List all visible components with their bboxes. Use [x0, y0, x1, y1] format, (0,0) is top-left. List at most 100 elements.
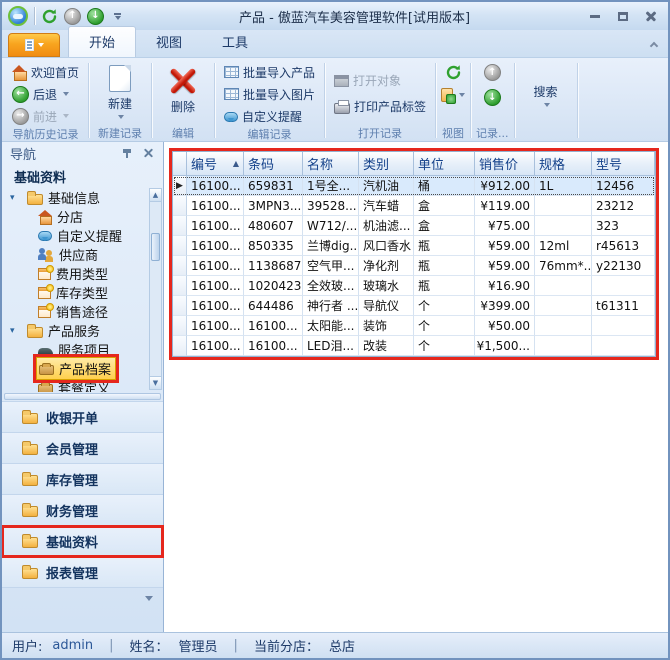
row-indicator-cell	[173, 336, 187, 356]
cell: 1020423	[244, 276, 303, 296]
welcome-home-button[interactable]: 欢迎首页	[8, 62, 83, 82]
chat-bubble-icon	[224, 112, 238, 122]
sidebar-group-label: 报表管理	[46, 563, 98, 582]
table-row[interactable]: 16100...480607W712/...机油滤...盒¥75.00323	[173, 216, 655, 236]
table-row[interactable]: ▶16100...6598311号全...汽机油桶¥912.001L12456	[173, 176, 655, 196]
quick-access-toolbar	[8, 6, 121, 26]
sidebar-group-5[interactable]: 基础资料	[2, 526, 163, 557]
cell: W712/...	[303, 216, 359, 236]
print-product-label-button[interactable]: 打印产品标签	[330, 97, 430, 117]
column-header-1[interactable]: 编号	[187, 152, 244, 176]
sidebar-splitter[interactable]	[4, 393, 161, 400]
application-menu-button[interactable]	[8, 33, 60, 57]
tab-start[interactable]: 开始	[68, 26, 136, 57]
sidebar-group-1[interactable]: 收银开单	[2, 402, 163, 433]
down-arrow-icon[interactable]	[87, 8, 104, 25]
tree-item[interactable]: 库存类型	[2, 283, 163, 302]
product-table: 编号条码名称类别单位销售价规格型号▶16100...6598311号全...汽机…	[172, 151, 656, 357]
cell: 39528...	[303, 196, 359, 216]
column-header-3[interactable]: 名称	[303, 152, 359, 176]
column-header-4[interactable]: 类别	[359, 152, 414, 176]
folder-open-icon	[27, 327, 43, 338]
cell: 644486	[244, 296, 303, 316]
row-indicator-cell	[173, 276, 187, 296]
layout-options-button[interactable]	[441, 88, 465, 102]
branch-value: 总店	[329, 636, 355, 655]
cell: 659831	[244, 176, 303, 196]
back-button[interactable]: 后退	[8, 84, 83, 104]
table-row[interactable]: 16100...1020423全效玻...玻璃水瓶¥16.90	[173, 276, 655, 296]
table-row[interactable]: 16100...16100...太阳能...装饰个¥50.00	[173, 316, 655, 336]
table-row[interactable]: 16100...16100...LED泪...改装个¥1,500...	[173, 336, 655, 356]
cell: ¥75.00	[475, 216, 535, 236]
tree-item[interactable]: 费用类型	[2, 264, 163, 283]
table-row[interactable]: 16100...1138687空气甲...净化剂瓶¥59.0076mm*...y…	[173, 256, 655, 276]
previous-record-icon[interactable]	[484, 64, 501, 81]
cell: 16100...	[187, 176, 244, 196]
new-button[interactable]: 新建	[94, 62, 146, 125]
close-button[interactable]	[644, 10, 658, 22]
minimize-button[interactable]	[588, 10, 602, 22]
configure-buttons-icon[interactable]	[145, 596, 153, 601]
refresh-icon[interactable]	[41, 8, 58, 25]
tab-view[interactable]: 视图	[136, 27, 202, 57]
open-object-button[interactable]: 打开对象	[330, 71, 430, 91]
group-label: 视图	[441, 125, 465, 141]
table-row[interactable]: 16100...3MPN3...39528...汽车蜡盒¥119.0023212	[173, 196, 655, 216]
scroll-up-icon[interactable]: ▲	[150, 189, 161, 202]
tab-tools[interactable]: 工具	[202, 27, 268, 57]
delete-button[interactable]: 删除	[157, 62, 209, 125]
column-header-7[interactable]: 规格	[535, 152, 592, 176]
cell: 太阳能...	[303, 316, 359, 336]
column-header-5[interactable]: 单位	[414, 152, 475, 176]
refresh-view-icon[interactable]	[445, 64, 462, 81]
app-window: 产品 - 傲蓝汽车美容管理软件[试用版本] 开始 视图 工具 欢迎首页	[0, 0, 670, 660]
search-button[interactable]: 搜索	[520, 62, 572, 125]
pin-icon[interactable]	[123, 148, 132, 159]
tree-item[interactable]: 基础信息	[2, 188, 163, 207]
up-arrow-icon[interactable]	[64, 8, 81, 25]
navigation-tree: 基础信息分店自定义提醒供应商费用类型库存类型销售途径产品服务服务项目产品档案套餐…	[2, 186, 163, 392]
tree-item[interactable]: 产品档案	[2, 359, 163, 378]
group-label: 编辑	[157, 125, 209, 141]
tree-item[interactable]: 产品服务	[2, 321, 163, 340]
folder-icon	[22, 506, 38, 517]
tree-item[interactable]: 供应商	[2, 245, 163, 264]
qat-customize-icon[interactable]	[114, 13, 121, 20]
scrollbar-thumb[interactable]	[151, 233, 160, 261]
archive-icon	[39, 365, 54, 375]
batch-import-products-button[interactable]: 批量导入产品	[220, 62, 319, 82]
table-row[interactable]: 16100...850335兰博dig...风口香水瓶¥59.0012mlr45…	[173, 236, 655, 256]
tree-item[interactable]: 分店	[2, 207, 163, 226]
cell: 瓶	[414, 276, 475, 296]
column-header-8[interactable]: 型号	[592, 152, 655, 176]
tree-item[interactable]: 销售途径	[2, 302, 163, 321]
ribbon-group-open-records: 打开对象 打印产品标签 打开记录	[326, 60, 434, 141]
custom-reminder-button[interactable]: 自定义提醒	[220, 106, 319, 126]
restore-button[interactable]	[616, 10, 630, 22]
tree-item[interactable]: 自定义提醒	[2, 226, 163, 245]
sidebar-group-6[interactable]: 报表管理	[2, 557, 163, 588]
branch-label: 当前分店：	[254, 636, 319, 655]
next-record-icon[interactable]	[484, 89, 501, 106]
service-icon	[38, 348, 53, 356]
archive-icon	[38, 384, 53, 392]
cell: 23212	[592, 196, 655, 216]
tree-scrollbar[interactable]: ▲ ▼	[149, 188, 162, 390]
column-header-6[interactable]: 销售价	[475, 152, 535, 176]
cell: 净化剂	[359, 256, 414, 276]
forward-button[interactable]: 前进	[8, 106, 83, 126]
table-row[interactable]: 16100...644486神行者 ...导航仪个¥399.00t61311	[173, 296, 655, 316]
batch-import-images-button[interactable]: 批量导入图片	[220, 84, 319, 104]
sidebar-group-2[interactable]: 会员管理	[2, 433, 163, 464]
cell: 16100...	[187, 276, 244, 296]
column-header-2[interactable]: 条码	[244, 152, 303, 176]
collapse-ribbon-button[interactable]	[644, 35, 664, 53]
tree-item[interactable]: 套餐定义	[2, 378, 163, 392]
close-panel-icon[interactable]	[144, 148, 155, 158]
cell: r45613	[592, 236, 655, 256]
scroll-down-icon[interactable]: ▼	[150, 376, 161, 389]
sidebar-group-3[interactable]: 库存管理	[2, 464, 163, 495]
navigation-sidebar: 导航 基础资料 基础信息分店自定义提醒供应商费用类型库存类型销售途径产品服务服务…	[2, 142, 164, 632]
sidebar-group-4[interactable]: 财务管理	[2, 495, 163, 526]
